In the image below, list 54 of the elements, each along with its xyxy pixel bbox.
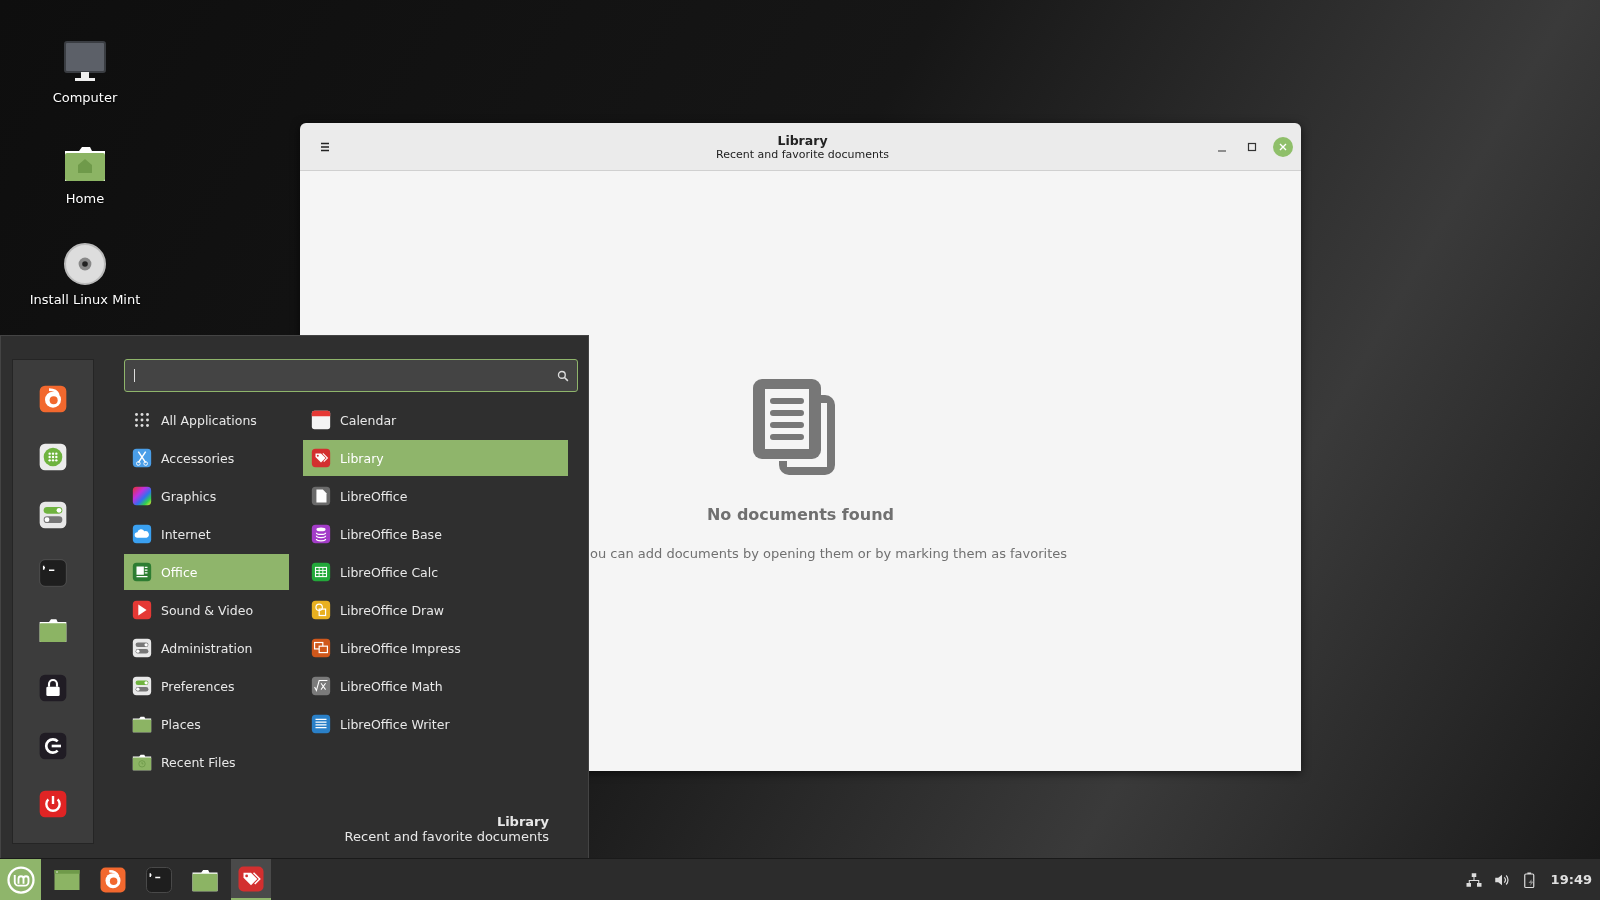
app-description: Recent and favorite documents xyxy=(344,829,549,844)
menu-item[interactable]: LibreOffice Base xyxy=(303,516,568,552)
database-icon xyxy=(310,523,332,545)
menu-item[interactable]: Recent Files xyxy=(124,744,289,780)
terminal-icon xyxy=(144,864,174,895)
icon-label[interactable]: Computer xyxy=(52,90,118,105)
menu-item[interactable]: LibreOffice xyxy=(303,478,568,514)
scissors-icon xyxy=(131,447,153,469)
menu-icon xyxy=(319,140,331,153)
search-icon xyxy=(557,369,569,382)
menu-item[interactable]: Internet xyxy=(124,516,289,552)
presentation-icon xyxy=(310,637,332,659)
menu-item[interactable]: Accessories xyxy=(124,440,289,476)
shapes-icon xyxy=(310,599,332,621)
document-icon xyxy=(310,485,332,507)
empty-state-text: ou can add documents by opening them or by marking them as favorites xyxy=(590,546,1068,561)
calendar-icon xyxy=(310,409,332,431)
minimize-icon xyxy=(1218,149,1226,152)
menu-item[interactable]: Graphics xyxy=(124,478,289,514)
taskbar-button[interactable] xyxy=(231,859,271,900)
toggle-switch-icon xyxy=(131,675,153,697)
menu-item[interactable]: Preferences xyxy=(124,668,289,704)
menu-item[interactable]: Calendar xyxy=(303,402,568,438)
play-icon xyxy=(131,599,153,621)
menu-item[interactable]: Sound & Video xyxy=(124,592,289,628)
cloud-icon xyxy=(131,523,153,545)
menu-item[interactable]: LibreOffice Math xyxy=(303,668,568,704)
window-subtitle: Recent and favorite documents xyxy=(716,147,889,161)
clock[interactable]: 19:49 xyxy=(1550,872,1592,887)
menu-item[interactable]: LibreOffice Impress xyxy=(303,630,568,666)
menu-item[interactable]: LibreOffice Draw xyxy=(303,592,568,628)
text-document-icon xyxy=(310,713,332,735)
square-root-icon xyxy=(310,675,332,697)
menu-item[interactable]: LibreOffice Writer xyxy=(303,706,568,742)
rainbow-square-icon xyxy=(131,485,153,507)
tag-icon xyxy=(310,447,332,469)
icon-label[interactable]: Install Linux Mint xyxy=(29,292,141,307)
document-icon xyxy=(131,561,153,583)
logo-icon xyxy=(5,864,36,895)
terminal-icon xyxy=(37,556,69,589)
window-title: Library xyxy=(777,132,828,148)
maximize-icon xyxy=(1246,140,1258,153)
menu-item[interactable]: LibreOffice Calc xyxy=(303,554,568,590)
icon-label[interactable]: Home xyxy=(65,191,105,206)
menu-item[interactable]: All Applications xyxy=(124,402,289,438)
search-field[interactable] xyxy=(124,359,578,392)
disc-icon xyxy=(61,240,109,288)
app-name: Library xyxy=(496,814,549,829)
toggle-switch-icon xyxy=(131,637,153,659)
spreadsheet-icon xyxy=(310,561,332,583)
empty-state-heading: No documents found xyxy=(706,505,895,524)
menu-item[interactable]: Places xyxy=(124,706,289,742)
menu-item[interactable]: Administration xyxy=(124,630,289,666)
network-icon xyxy=(1464,870,1483,889)
